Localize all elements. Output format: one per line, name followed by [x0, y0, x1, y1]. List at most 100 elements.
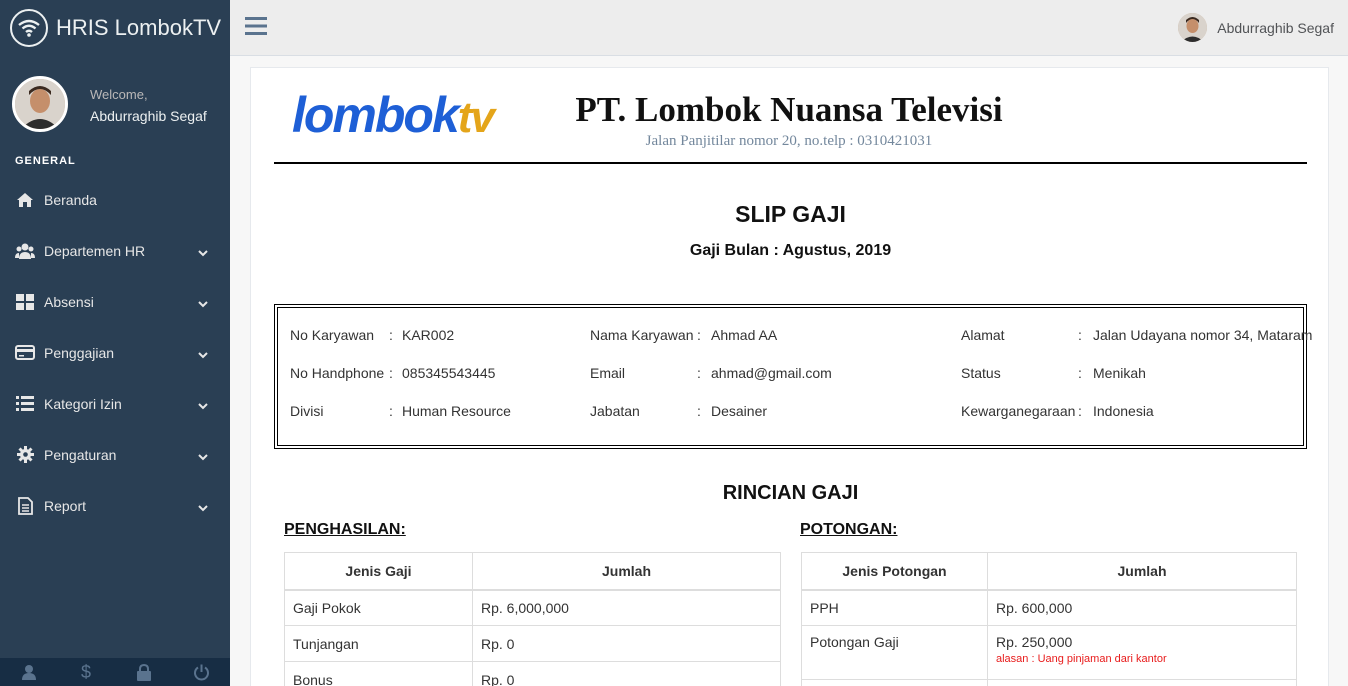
table-cell: Rp. 600,000 — [987, 589, 1297, 626]
chevron-down-icon — [198, 448, 208, 464]
info-label: No Karyawan — [290, 327, 375, 343]
info-separator: : — [1078, 365, 1082, 381]
table-cell: Rp. 6,000,000 — [472, 589, 781, 626]
info-value: Desainer — [711, 403, 768, 419]
company-logo: lomboktv — [292, 87, 495, 143]
info-value: Jalan Udayana nomor 34, Mataram — [1093, 327, 1313, 343]
info-value: Human Resource — [402, 403, 511, 419]
info-separator: : — [389, 327, 393, 343]
info-separator: : — [389, 403, 393, 419]
info-label: Jabatan — [590, 403, 640, 419]
sidebar-item-report[interactable]: Report — [0, 480, 230, 531]
info-label: Kewarganegaraan — [961, 403, 1076, 419]
welcome-text: Welcome, — [90, 87, 148, 102]
info-separator: : — [697, 403, 701, 419]
salary-details-title: RINCIAN GAJI — [722, 482, 859, 504]
sidebar-item-kategori-izin[interactable]: Kategori Izin — [0, 378, 230, 429]
table-cell — [801, 679, 988, 686]
table-header-row: Jenis Gaji Jumlah — [284, 552, 781, 591]
company-name: PT. Lombok Nuansa Televisi — [575, 90, 1003, 129]
sidebar-item-pengaturan[interactable]: Pengaturan — [0, 429, 230, 480]
column-header: Jumlah — [472, 552, 781, 591]
payslip-panel: lomboktv PT. Lombok Nuansa Televisi Jala… — [250, 67, 1329, 686]
power-icon[interactable] — [173, 658, 231, 686]
info-label: Email — [590, 365, 626, 381]
dollar-icon[interactable]: $ — [58, 658, 116, 686]
hamburger-menu-icon[interactable] — [245, 16, 267, 41]
table-row: Bonus Rp. 0 — [284, 661, 781, 686]
table-cell: Rp. 250,000 alasan : Uang pinjaman dari … — [987, 625, 1297, 680]
info-label: Divisi — [290, 403, 324, 419]
info-value: Ahmad AA — [711, 327, 778, 343]
info-label: Alamat — [961, 327, 1005, 343]
top-nav: Abdurraghib Segaf — [230, 0, 1348, 56]
info-value: Menikah — [1093, 365, 1146, 381]
slip-period: Gaji Bulan : Agustus, 2019 — [689, 242, 892, 259]
table-cell: Tunjangan — [284, 625, 473, 662]
sidebar-footer: $ — [0, 658, 230, 686]
table-cell: PPH — [801, 589, 988, 626]
chevron-down-icon — [198, 295, 208, 311]
user-menu[interactable]: Abdurraghib Segaf — [1178, 13, 1334, 42]
table-row — [801, 679, 1297, 686]
table-cell: Gaji Pokok — [284, 589, 473, 626]
table-cell: Potongan Gaji — [801, 625, 988, 680]
employee-info-row: No Karyawan : KAR002 Nama Karyawan : Ahm… — [290, 327, 1313, 347]
deduction-title: POTONGAN: — [800, 521, 898, 538]
table-cell: Rp. 0 — [472, 661, 781, 686]
gear-icon — [15, 446, 35, 464]
sidebar-item-departemen-hr[interactable]: Departemen HR — [0, 225, 230, 276]
avatar — [1178, 13, 1208, 42]
info-value: 085345543445 — [402, 365, 496, 381]
sidebar-item-label: Kategori Izin — [44, 395, 122, 412]
grid-icon — [15, 293, 35, 311]
info-label: Nama Karyawan — [590, 327, 694, 343]
brand[interactable]: HRIS LombokTV — [0, 0, 230, 56]
amount-text: Rp. 250,000 — [996, 634, 1073, 650]
document-icon — [15, 496, 35, 515]
sidebar-item-label: Report — [44, 497, 87, 514]
sidebar-item-absensi[interactable]: Absensi — [0, 276, 230, 327]
info-separator: : — [697, 365, 701, 381]
chevron-down-icon — [198, 499, 208, 515]
slip-title: SLIP GAJI — [735, 201, 846, 227]
info-label: No Handphone — [290, 365, 385, 381]
credit-card-icon — [15, 344, 35, 362]
income-table: Jenis Gaji Jumlah Gaji Pokok Rp. 6,000,0… — [284, 552, 781, 686]
info-separator: : — [389, 365, 393, 381]
company-address: Jalan Panjitilar nomor 20, no.telp : 031… — [645, 133, 933, 149]
svg-text:$: $ — [81, 663, 91, 681]
chevron-down-icon — [198, 346, 208, 362]
lock-icon[interactable] — [115, 658, 173, 686]
info-separator: : — [1078, 327, 1082, 343]
column-header: Jenis Potongan — [801, 552, 988, 591]
profile-name: Abdurraghib Segaf — [90, 108, 207, 124]
sidebar-item-label: Absensi — [44, 293, 94, 310]
sidebar: HRIS LombokTV Welcome, Abdurraghib Segaf… — [0, 0, 230, 686]
user-name: Abdurraghib Segaf — [1217, 19, 1334, 36]
company-header: PT. Lombok Nuansa Televisi Jalan Panjiti… — [564, 90, 1014, 150]
deduction-table: Jenis Potongan Jumlah PPH Rp. 600,000 Po… — [801, 552, 1297, 686]
sidebar-item-beranda[interactable]: Beranda — [0, 174, 230, 225]
chevron-down-icon — [198, 244, 208, 260]
table-row: Potongan Gaji Rp. 250,000 alasan : Uang … — [801, 625, 1297, 680]
user-icon[interactable] — [0, 658, 58, 686]
employee-info-box: No Karyawan : KAR002 Nama Karyawan : Ahm… — [274, 304, 1313, 449]
list-icon — [15, 395, 35, 413]
wifi-icon — [10, 9, 48, 47]
sidebar-item-label: Beranda — [44, 191, 97, 208]
deduction-reason: alasan : Uang pinjaman dari kantor — [996, 653, 1167, 665]
info-value: ahmad@gmail.com — [711, 365, 832, 381]
table-cell: Rp. 0 — [472, 625, 781, 662]
info-separator: : — [1078, 403, 1082, 419]
sidebar-item-label: Penggajian — [44, 344, 115, 361]
users-icon — [15, 242, 35, 260]
sidebar-item-label: Pengaturan — [44, 446, 117, 463]
table-row: Gaji Pokok Rp. 6,000,000 — [284, 589, 781, 626]
info-separator: : — [697, 327, 701, 343]
app-title: HRIS LombokTV — [56, 15, 222, 40]
letterhead: lomboktv PT. Lombok Nuansa Televisi Jala… — [274, 68, 1307, 164]
sidebar-item-penggajian[interactable]: Penggajian — [0, 327, 230, 378]
avatar — [12, 76, 68, 132]
table-cell — [987, 679, 1297, 686]
